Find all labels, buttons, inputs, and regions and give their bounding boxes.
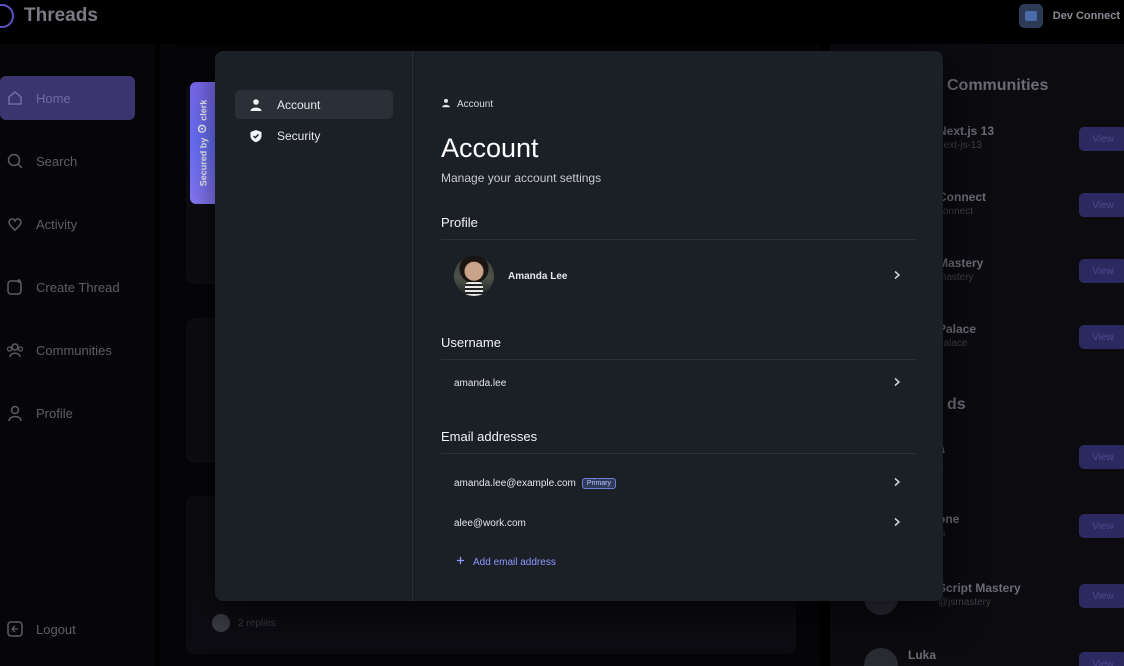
avatar	[454, 256, 494, 296]
replies-count: 2 replies	[238, 617, 276, 629]
sidebar-item-create-thread[interactable]: Create Thread	[0, 265, 135, 309]
sidebar-item-search[interactable]: Search	[0, 139, 135, 183]
community-handle: mastery	[938, 272, 974, 283]
divider	[441, 453, 917, 454]
sidebar-item-label: Profile	[36, 405, 73, 421]
chevron-right-icon	[893, 377, 901, 390]
profile-name: Amanda Lee	[508, 270, 568, 282]
chevron-right-icon	[893, 477, 901, 490]
modal-nav-label: Account	[277, 97, 321, 112]
community-handle: connect	[938, 206, 974, 217]
username-value: amanda.lee	[454, 377, 507, 389]
page-title: Account	[441, 133, 539, 163]
user-name: Script Mastery	[938, 581, 1021, 595]
create-icon	[6, 278, 24, 296]
email-address: alee@work.com	[454, 517, 526, 529]
section-title-profile: Profile	[441, 215, 478, 230]
sidebar-item-label: Activity	[36, 216, 78, 232]
section-title-emails: Email addresses	[441, 429, 538, 444]
add-email-button[interactable]: Add email address	[441, 549, 917, 575]
logout-label: Logout	[36, 621, 76, 637]
modal-nav-label: Security	[277, 128, 321, 143]
home-icon	[6, 89, 24, 107]
sidebar-item-activity[interactable]: Activity	[0, 202, 135, 246]
view-user-button[interactable]: View	[1079, 445, 1124, 469]
account-modal: Account Security Account Account Manage …	[215, 51, 943, 601]
clerk-secured-label: Secured by clerk	[197, 99, 208, 187]
brand[interactable]: Threads	[0, 4, 98, 28]
community-handle: next-js-13	[938, 140, 982, 151]
community-name: Mastery	[938, 256, 984, 270]
chevron-right-icon	[893, 517, 901, 530]
heart-icon	[6, 215, 24, 233]
breadcrumb-label: Account	[457, 99, 494, 110]
profile-row[interactable]: Amanda Lee	[441, 255, 917, 297]
plus-icon	[456, 556, 465, 568]
logout-icon	[6, 620, 24, 638]
topbar: Threads Dev Connect	[0, 0, 1124, 36]
chevron-right-icon	[893, 270, 901, 283]
breadcrumb: Account	[441, 98, 493, 111]
modal-nav-account[interactable]: Account	[235, 90, 393, 119]
organization-switcher[interactable]: Dev Connect	[1018, 4, 1120, 28]
org-avatar	[1018, 4, 1043, 28]
primary-badge: Primary	[581, 477, 617, 489]
view-community-button[interactable]: View	[1079, 127, 1124, 151]
community-name: Palace	[938, 322, 977, 336]
brand-name: Threads	[24, 5, 98, 26]
divider	[441, 359, 917, 360]
email-row[interactable]: amanda.lee@example.com Primary	[441, 470, 917, 496]
communities-title: Communities	[947, 77, 1049, 94]
modal-nav: Account Security	[215, 51, 413, 601]
users-title: ds	[947, 396, 966, 413]
sidebar-item-communities[interactable]: Communities	[0, 328, 135, 372]
sidebar-item-label: Create Thread	[36, 279, 120, 295]
sidebar-item-label: Search	[36, 153, 78, 169]
clerk-secured-tab[interactable]: Secured by clerk	[190, 82, 215, 204]
email-row[interactable]: alee@work.com	[441, 510, 917, 536]
threads-logo-icon	[0, 4, 14, 28]
shield-icon	[249, 129, 263, 143]
divider	[441, 239, 917, 240]
page-subtitle: Manage your account settings	[441, 171, 602, 185]
logout-button[interactable]: Logout	[6, 620, 76, 638]
sidebar-item-profile[interactable]: Profile	[0, 391, 135, 435]
user-icon	[441, 98, 451, 111]
sidebar-item-label: Communities	[36, 342, 112, 358]
user-handle: @jsmastery	[938, 597, 991, 608]
modal-main: Account Account Manage your account sett…	[441, 51, 917, 601]
add-email-label: Add email address	[473, 556, 556, 568]
reply-avatar	[212, 614, 230, 632]
view-community-button[interactable]: View	[1079, 325, 1124, 349]
view-user-button[interactable]: View	[1079, 652, 1124, 666]
user-icon	[6, 404, 24, 422]
user-name: Luka	[908, 648, 937, 662]
sidebar-item-label: Home	[36, 90, 71, 106]
view-user-button[interactable]: View	[1079, 514, 1124, 538]
user-icon	[249, 98, 263, 112]
view-community-button[interactable]: View	[1079, 259, 1124, 283]
community-name: Connect	[938, 190, 986, 204]
search-icon	[6, 152, 24, 170]
section-title-username: Username	[441, 335, 501, 350]
clerk-logo-icon	[197, 125, 208, 134]
sidebar-item-home[interactable]: Home	[0, 76, 135, 120]
users-icon	[6, 341, 24, 359]
email-address: amanda.lee@example.com	[454, 477, 576, 489]
username-row[interactable]: amanda.lee	[441, 370, 917, 396]
modal-nav-security[interactable]: Security	[235, 121, 393, 150]
view-community-button[interactable]: View	[1079, 193, 1124, 217]
thread-replies[interactable]: 2 replies	[212, 614, 276, 632]
community-name: Next.js 13	[938, 124, 995, 138]
view-user-button[interactable]: View	[1079, 584, 1124, 608]
user-avatar	[864, 648, 898, 666]
org-name: Dev Connect	[1052, 10, 1120, 22]
